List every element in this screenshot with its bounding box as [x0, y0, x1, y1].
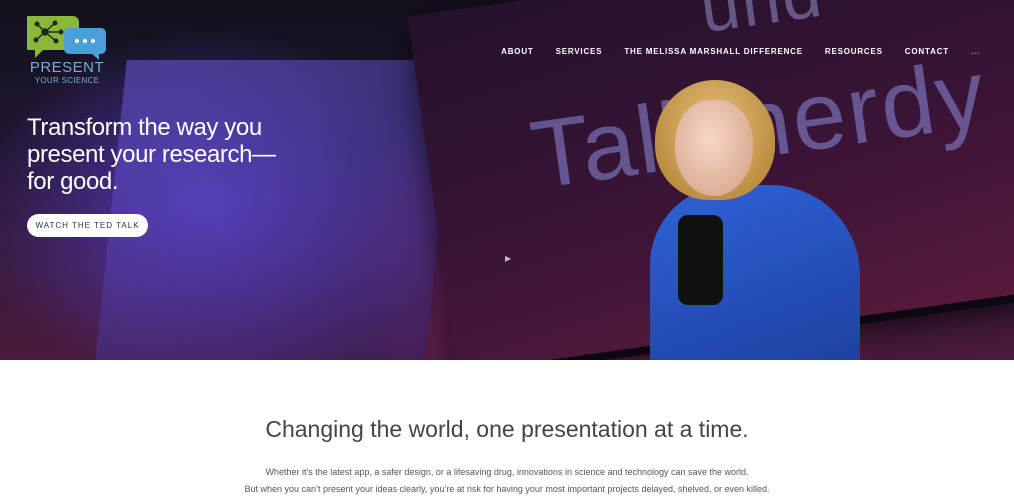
nav-services[interactable]: SERVICES [556, 47, 603, 56]
intro-paragraph-2: But when you can’t present your ideas cl… [244, 484, 770, 494]
speech-bubbles-icon [23, 16, 106, 60]
stage-light-panel [93, 60, 457, 360]
speaker-shirt [678, 215, 723, 305]
intro-section: Changing the world, one presentation at … [0, 360, 1014, 499]
speaker-face [675, 100, 753, 196]
hero-banner: und Talk nerdy ▶ PRESENT YOUR SCIENCE AB… [0, 0, 1014, 360]
hero-title: Transform the way you present your resea… [27, 114, 276, 195]
main-nav: ABOUT SERVICES THE MELISSA MARSHALL DIFF… [501, 45, 1014, 57]
play-icon[interactable]: ▶ [505, 254, 511, 263]
nav-contact[interactable]: CONTACT [905, 47, 949, 56]
nav-overflow[interactable]: ... [971, 47, 980, 56]
brand-line1: PRESENT [29, 59, 105, 76]
brand-wordmark[interactable]: PRESENT YOUR SCIENCE [27, 59, 107, 86]
intro-heading: Changing the world, one presentation at … [265, 416, 749, 442]
watch-ted-talk-button[interactable]: WATCH THE TED TALK [27, 214, 148, 237]
nav-difference[interactable]: THE MELISSA MARSHALL DIFFERENCE [624, 47, 803, 56]
nav-about[interactable]: ABOUT [501, 47, 533, 56]
nav-resources[interactable]: RESOURCES [825, 47, 883, 56]
intro-paragraph-1: Whether it’s the latest app, a safer des… [265, 467, 749, 477]
brand-line2: YOUR SCIENCE [34, 76, 100, 85]
